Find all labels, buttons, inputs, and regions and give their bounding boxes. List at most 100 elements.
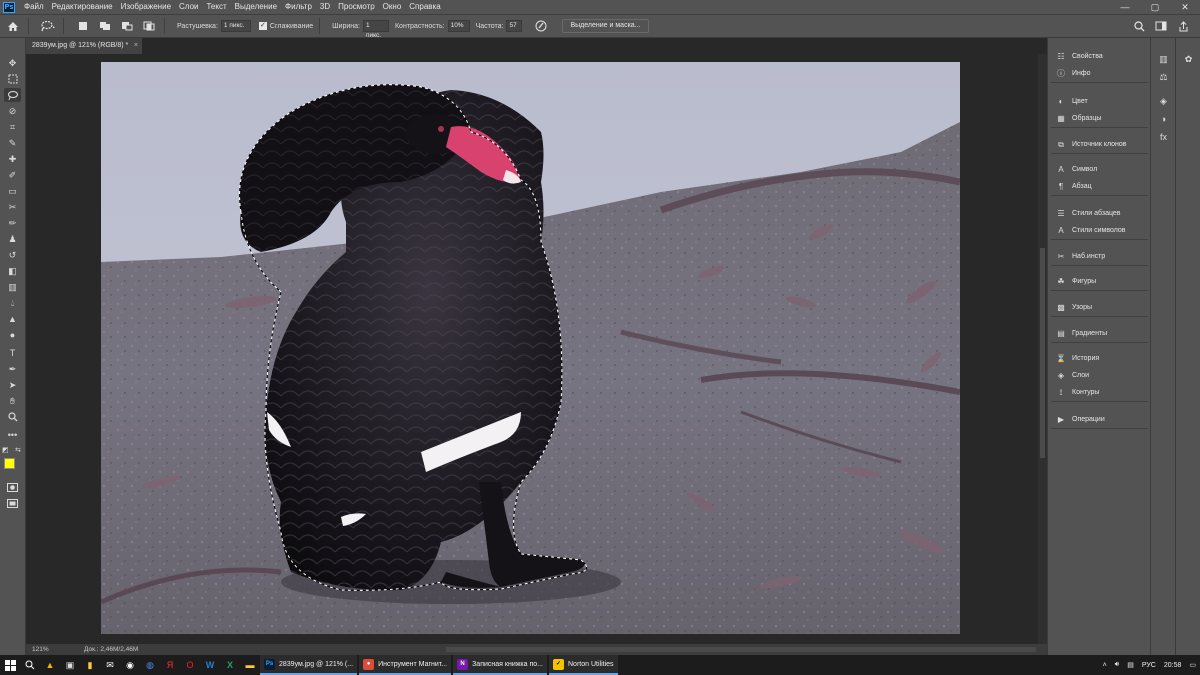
panel-gradients[interactable]: ▤ Градиенты [1051, 325, 1148, 342]
eyedropper-tool-icon[interactable]: ✎ [4, 136, 21, 150]
subtract-from-selection-icon[interactable] [118, 18, 136, 34]
workspace-icon[interactable] [1152, 18, 1170, 34]
clone-stamp-tool-icon[interactable]: ♟ [4, 232, 21, 246]
magnetic-lasso-preset-icon[interactable] [39, 18, 57, 34]
menu-help[interactable]: Справка [405, 0, 444, 14]
add-to-selection-icon[interactable] [96, 18, 114, 34]
search-taskbar-icon[interactable] [20, 655, 40, 675]
libraries-icon[interactable]: ▥ [1156, 52, 1171, 66]
yandex-icon[interactable]: Я [160, 655, 180, 675]
clock[interactable]: 20:58 [1164, 662, 1182, 669]
panel-character[interactable]: A Символ [1051, 161, 1148, 178]
document-tab[interactable]: 2839ум.jpg @ 121% (RGB/8) * × [26, 38, 142, 54]
mail-icon[interactable]: ✉ [100, 655, 120, 675]
zoom-level[interactable]: 121% [32, 644, 49, 655]
type-tool-icon[interactable]: T [4, 346, 21, 360]
panel-character-styles[interactable]: A Стили символов [1051, 222, 1148, 239]
chrome-icon[interactable]: ◍ [140, 655, 160, 675]
volume-icon[interactable]: 🔊︎ [1115, 661, 1119, 669]
menu-file[interactable]: Файл [20, 0, 48, 14]
default-colors-icon[interactable]: ◩ [2, 446, 9, 454]
gradient-tool-icon[interactable]: ▥ [4, 280, 21, 294]
quick-selection-tool-icon[interactable]: ⊘ [4, 104, 21, 118]
feather-input[interactable]: 1 пикс. [220, 20, 251, 32]
menu-view[interactable]: Просмотр [334, 0, 379, 14]
windows-start-icon[interactable] [0, 655, 20, 675]
panel-paragraph-styles[interactable]: ☰ Стили абзацев [1051, 205, 1148, 222]
pen-tool-icon[interactable]: ✒ [4, 362, 21, 376]
learn-icon[interactable]: ✿ [1181, 52, 1196, 66]
maximize-button[interactable]: ▢ [1140, 2, 1170, 13]
menu-image[interactable]: Изображение [117, 0, 175, 14]
search-icon[interactable] [1130, 18, 1148, 34]
explorer-icon[interactable]: ▬ [240, 655, 260, 675]
panel-info[interactable]: ⓘ Инфо [1051, 65, 1148, 82]
menu-window[interactable]: Окно [379, 0, 406, 14]
more-tools-icon[interactable]: ••• [4, 428, 21, 442]
dodge-tool-icon[interactable]: ● [4, 328, 21, 342]
blur-tool-icon[interactable]: 💧︎ [4, 296, 21, 310]
menu-3d[interactable]: 3D [316, 0, 334, 14]
frame-tool-icon[interactable]: ▭ [4, 184, 21, 198]
new-selection-icon[interactable] [74, 18, 92, 34]
panel-properties[interactable]: ☷ Свойства [1051, 48, 1148, 65]
select-and-mask-button[interactable]: Выделение и маска... [562, 19, 649, 33]
zoom-tool-icon[interactable] [4, 410, 21, 424]
taskbar-app-chrome[interactable]: ● Инструмент Магнит... [359, 655, 452, 675]
frequency-input[interactable]: 57 [506, 20, 523, 32]
camera-icon[interactable]: ◉ [120, 655, 140, 675]
eraser-tool-icon[interactable]: ◧ [4, 264, 21, 278]
close-window-button[interactable]: ✕ [1170, 2, 1200, 13]
panel-swatches[interactable]: ▦ Образцы [1051, 110, 1148, 127]
excel-icon[interactable]: X [220, 655, 240, 675]
pen-pressure-icon[interactable] [532, 18, 550, 34]
files-icon[interactable]: ▮ [80, 655, 100, 675]
word-icon[interactable]: W [200, 655, 220, 675]
network-icon[interactable]: ▤ [1127, 661, 1134, 669]
panel-layers[interactable]: ◈ Слои [1051, 367, 1148, 384]
channels-icon[interactable]: ◑ [1156, 112, 1171, 126]
antialias-checkbox[interactable]: ✓ [258, 22, 267, 30]
panel-history[interactable]: ⌛ История [1051, 350, 1148, 367]
intersect-selection-icon[interactable] [140, 18, 158, 34]
panel-tool-presets[interactable]: ✂ Наб.инстр [1051, 248, 1148, 265]
scissors-tool-icon[interactable]: ✂ [4, 200, 21, 214]
canvas-area[interactable] [26, 54, 1038, 644]
fx-icon[interactable]: fx [1156, 130, 1171, 144]
panel-paths[interactable]: ⟟ Контуры [1051, 384, 1148, 401]
foreground-color-swatch[interactable] [4, 458, 15, 469]
contrast-input[interactable]: 10% [447, 20, 470, 32]
taskbar-app-photoshop[interactable]: Ps 2839ум.jpg @ 121% (... [260, 655, 358, 675]
tray-chevron-icon[interactable]: ˄ [1103, 662, 1107, 669]
screen-mode-icon[interactable] [4, 496, 21, 510]
panel-paragraph[interactable]: ¶ Абзац [1051, 178, 1148, 195]
menu-edit[interactable]: Редактирование [48, 0, 117, 14]
adjustments-icon[interactable]: ⚖ [1156, 70, 1171, 84]
swap-colors-icon[interactable]: ⇆ [15, 446, 21, 454]
panel-color[interactable]: ◐ Цвет [1051, 93, 1148, 110]
marquee-tool-icon[interactable] [4, 72, 21, 86]
lasso-tool-icon[interactable] [4, 88, 21, 102]
notifications-icon[interactable]: ▭ [1189, 661, 1196, 669]
pencil-tool-icon[interactable]: ✏ [4, 216, 21, 230]
brush-tool-icon[interactable]: ✐ [4, 168, 21, 182]
healing-brush-tool-icon[interactable]: ✚ [4, 152, 21, 166]
panel-patterns[interactable]: ▩ Узоры [1051, 299, 1148, 316]
history-brush-tool-icon[interactable]: ↺ [4, 248, 21, 262]
menu-select[interactable]: Выделение [231, 0, 281, 14]
menu-layers[interactable]: Слои [175, 0, 202, 14]
document-canvas-image[interactable] [101, 62, 960, 634]
sharpen-tool-icon[interactable]: ▲ [4, 312, 21, 326]
path-selection-tool-icon[interactable]: ➤ [4, 378, 21, 392]
hand-tool-icon[interactable]: ✋︎ [4, 394, 21, 408]
taskbar-app-onenote[interactable]: N Записная книжка по... [453, 655, 547, 675]
horizontal-scrollbar[interactable] [446, 647, 1036, 652]
taskbar-app-norton[interactable]: ✓ Norton Utilities [549, 655, 618, 675]
close-tab-icon[interactable]: × [134, 38, 138, 54]
scrollbar-thumb[interactable] [1040, 248, 1045, 458]
move-tool-icon[interactable]: ✥ [4, 56, 21, 70]
share-icon[interactable] [1174, 18, 1192, 34]
store-icon[interactable]: ▣ [60, 655, 80, 675]
crop-tool-icon[interactable]: ⌗ [4, 120, 21, 134]
layers-strip-icon[interactable]: ◈ [1156, 94, 1171, 108]
